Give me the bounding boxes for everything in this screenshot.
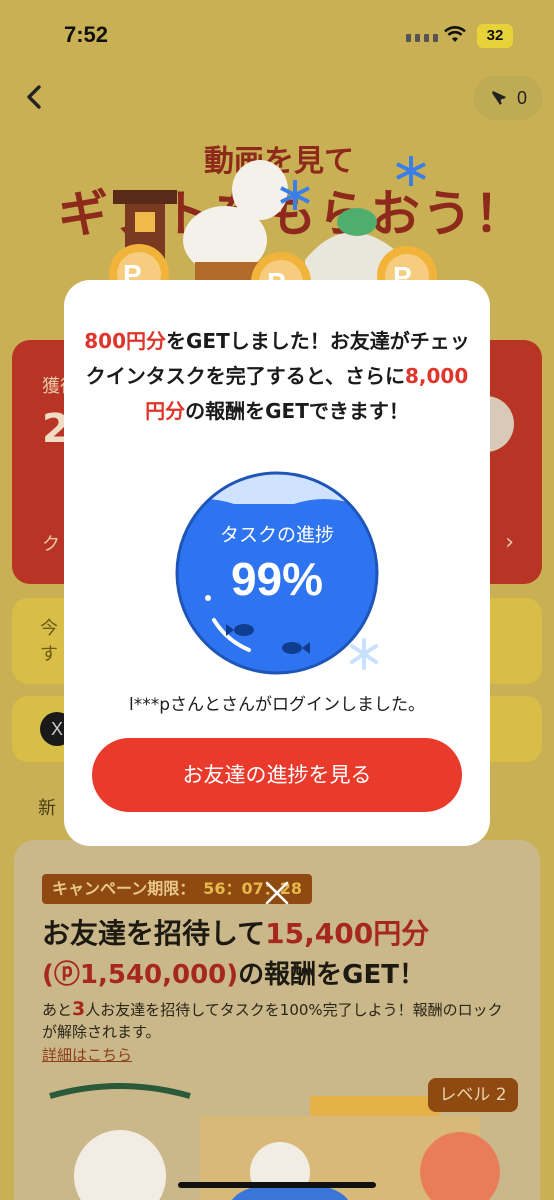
section-title: 新 [38,798,56,819]
home-indicator[interactable] [178,1182,376,1188]
status-time: 7:52 [64,22,109,47]
desc-count: 3 [72,998,86,1020]
friend-login-note: l***pさんとさんがログインしました。 [128,695,425,715]
campaign-headline: お友達を招待して15,400円分 [42,912,429,952]
back-chevron-icon[interactable] [20,82,50,112]
battery-indicator: 32 [477,24,513,48]
desc-prefix: あと [42,1001,73,1019]
campaign-deadline-label: キャンペーン期限： [52,879,196,898]
level-badge: レベル 2 [428,1078,518,1112]
campaign-subheadline-suffix: の報酬をGET！ [238,960,425,990]
close-icon[interactable] [260,876,294,910]
ticket-icon [491,91,506,105]
campaign-subheadline: (ⓟ1,540,000)の報酬をGET！ [42,954,425,991]
task-progress-label: タスクの進捗 [219,524,334,546]
reward-message: 800円分をGETしました！お友達がチェックインタスクを完了すると、さらに8,0… [84,324,470,429]
reward-message-part2: の報酬をGETできます！ [185,399,409,423]
ticket-counter-button[interactable]: 0 [473,76,543,120]
coupon-link: ク [42,534,60,555]
ticket-count: 0 [516,87,527,108]
campaign-headline-prefix: お友達を招待して [42,917,266,950]
desc-suffix: 人お友達を招待してタスクを100%完了しよう！報酬のロックが解除されます。 [42,1001,503,1041]
details-link[interactable]: 詳細はこちら [42,1044,132,1065]
chevron-right-icon: › [505,530,514,555]
reward-amount: 800円分 [84,329,166,353]
campaign-points: (ⓟ1,540,000) [42,960,239,990]
task-progress-value: 99% [230,553,324,605]
view-friend-progress-button[interactable]: お友達の進捗を見る [92,738,462,812]
status-bar: 7:52 32 [0,0,554,72]
campaign-headline-amount: 15,400円分 [265,917,430,950]
signal-icon [406,34,438,42]
campaign-description: あと3人お友達を招待してタスクを100%完了しよう！報酬のロックが解除されます。 [42,998,512,1043]
wifi-icon [444,26,466,42]
